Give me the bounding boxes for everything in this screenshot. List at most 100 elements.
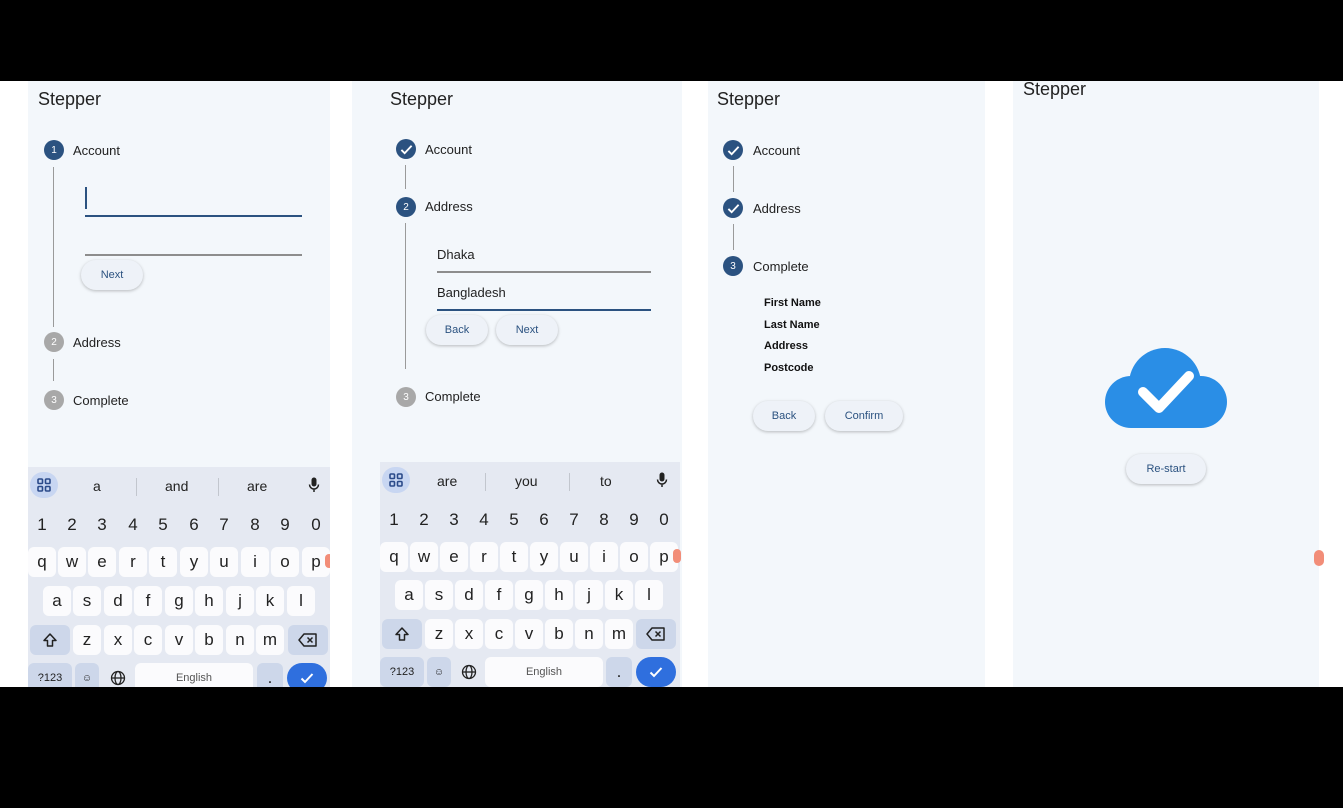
period-key[interactable]: . — [606, 657, 632, 687]
country-field[interactable] — [437, 309, 651, 311]
step-label-address[interactable]: Address — [425, 199, 473, 214]
key[interactable]: r — [119, 547, 147, 577]
key[interactable]: n — [575, 619, 603, 649]
step-2-circle[interactable]: 2 — [396, 197, 416, 217]
key[interactable]: 7 — [560, 505, 588, 535]
microphone-icon[interactable] — [300, 472, 328, 498]
suggestion[interactable]: are — [437, 473, 457, 489]
key[interactable]: c — [134, 625, 162, 655]
key[interactable]: y — [180, 547, 208, 577]
key[interactable]: k — [256, 586, 284, 616]
symbols-key[interactable]: ?123 — [380, 657, 424, 687]
step-3-circle[interactable]: 3 — [396, 387, 416, 407]
key[interactable]: 9 — [620, 505, 648, 535]
key[interactable]: m — [256, 625, 284, 655]
symbols-key[interactable]: ?123 — [28, 663, 72, 687]
suggestion[interactable]: are — [247, 478, 267, 494]
key[interactable]: m — [605, 619, 633, 649]
backspace-key[interactable] — [288, 625, 328, 655]
key[interactable]: y — [530, 542, 558, 572]
confirm-button[interactable]: Confirm — [825, 401, 903, 431]
key[interactable]: a — [43, 586, 71, 616]
key[interactable]: 8 — [241, 510, 269, 540]
key[interactable]: d — [104, 586, 132, 616]
key[interactable]: 1 — [28, 510, 56, 540]
account-field-2[interactable] — [85, 254, 302, 256]
key[interactable]: l — [635, 580, 663, 610]
step-1-circle-done[interactable] — [723, 140, 743, 160]
space-key[interactable]: English — [485, 657, 603, 687]
key[interactable]: s — [73, 586, 101, 616]
key[interactable]: j — [575, 580, 603, 610]
key[interactable]: n — [226, 625, 254, 655]
step-label-complete[interactable]: Complete — [425, 389, 481, 404]
key[interactable]: q — [28, 547, 56, 577]
key[interactable]: u — [210, 547, 238, 577]
step-label-account[interactable]: Account — [753, 143, 800, 158]
back-button[interactable]: Back — [426, 315, 488, 345]
key[interactable]: q — [380, 542, 408, 572]
step-label-complete[interactable]: Complete — [753, 259, 809, 274]
key[interactable]: 4 — [470, 505, 498, 535]
key[interactable]: 6 — [180, 510, 208, 540]
restart-button[interactable]: Re-start — [1126, 454, 1206, 484]
key[interactable]: b — [195, 625, 223, 655]
step-3-circle[interactable]: 3 — [44, 390, 64, 410]
key[interactable]: d — [455, 580, 483, 610]
key[interactable]: 8 — [590, 505, 618, 535]
key[interactable]: 0 — [302, 510, 330, 540]
key[interactable]: j — [226, 586, 254, 616]
key[interactable]: h — [195, 586, 223, 616]
key[interactable]: s — [425, 580, 453, 610]
key[interactable]: 7 — [210, 510, 238, 540]
key[interactable]: w — [58, 547, 86, 577]
key[interactable]: 3 — [440, 505, 468, 535]
key[interactable]: e — [440, 542, 468, 572]
step-2-circle[interactable]: 2 — [44, 332, 64, 352]
step-2-circle-done[interactable] — [723, 198, 743, 218]
shift-key[interactable] — [30, 625, 70, 655]
suggestion[interactable]: a — [93, 478, 101, 494]
city-field-value[interactable]: Dhaka — [437, 247, 475, 262]
key[interactable]: c — [485, 619, 513, 649]
key[interactable]: 5 — [149, 510, 177, 540]
step-label-complete[interactable]: Complete — [73, 393, 129, 408]
key[interactable]: i — [590, 542, 618, 572]
microphone-icon[interactable] — [648, 467, 676, 493]
key[interactable]: z — [425, 619, 453, 649]
key[interactable]: w — [410, 542, 438, 572]
key[interactable]: o — [271, 547, 299, 577]
key[interactable]: v — [165, 625, 193, 655]
key[interactable]: 0 — [650, 505, 678, 535]
key[interactable]: a — [395, 580, 423, 610]
key[interactable]: i — [241, 547, 269, 577]
step-1-circle[interactable]: 1 — [44, 140, 64, 160]
enter-key[interactable] — [287, 663, 327, 687]
step-label-address[interactable]: Address — [753, 201, 801, 216]
key[interactable]: 1 — [380, 505, 408, 535]
key[interactable]: g — [515, 580, 543, 610]
shift-key[interactable] — [382, 619, 422, 649]
key[interactable]: v — [515, 619, 543, 649]
enter-key[interactable] — [636, 657, 676, 687]
key[interactable]: f — [485, 580, 513, 610]
key[interactable]: 2 — [410, 505, 438, 535]
key[interactable]: 6 — [530, 505, 558, 535]
key[interactable]: 3 — [88, 510, 116, 540]
suggestion[interactable]: and — [165, 478, 188, 494]
emoji-key[interactable]: ☺ — [427, 657, 451, 687]
key[interactable]: e — [88, 547, 116, 577]
apps-grid-icon[interactable] — [382, 467, 410, 493]
key[interactable]: z — [73, 625, 101, 655]
key[interactable]: 2 — [58, 510, 86, 540]
step-label-address[interactable]: Address — [73, 335, 121, 350]
step-1-circle-done[interactable] — [396, 139, 416, 159]
key[interactable]: x — [104, 625, 132, 655]
key[interactable]: t — [500, 542, 528, 572]
backspace-key[interactable] — [636, 619, 676, 649]
key[interactable]: b — [545, 619, 573, 649]
space-key[interactable]: English — [135, 663, 253, 687]
key[interactable]: g — [165, 586, 193, 616]
key[interactable]: 5 — [500, 505, 528, 535]
step-3-circle[interactable]: 3 — [723, 256, 743, 276]
